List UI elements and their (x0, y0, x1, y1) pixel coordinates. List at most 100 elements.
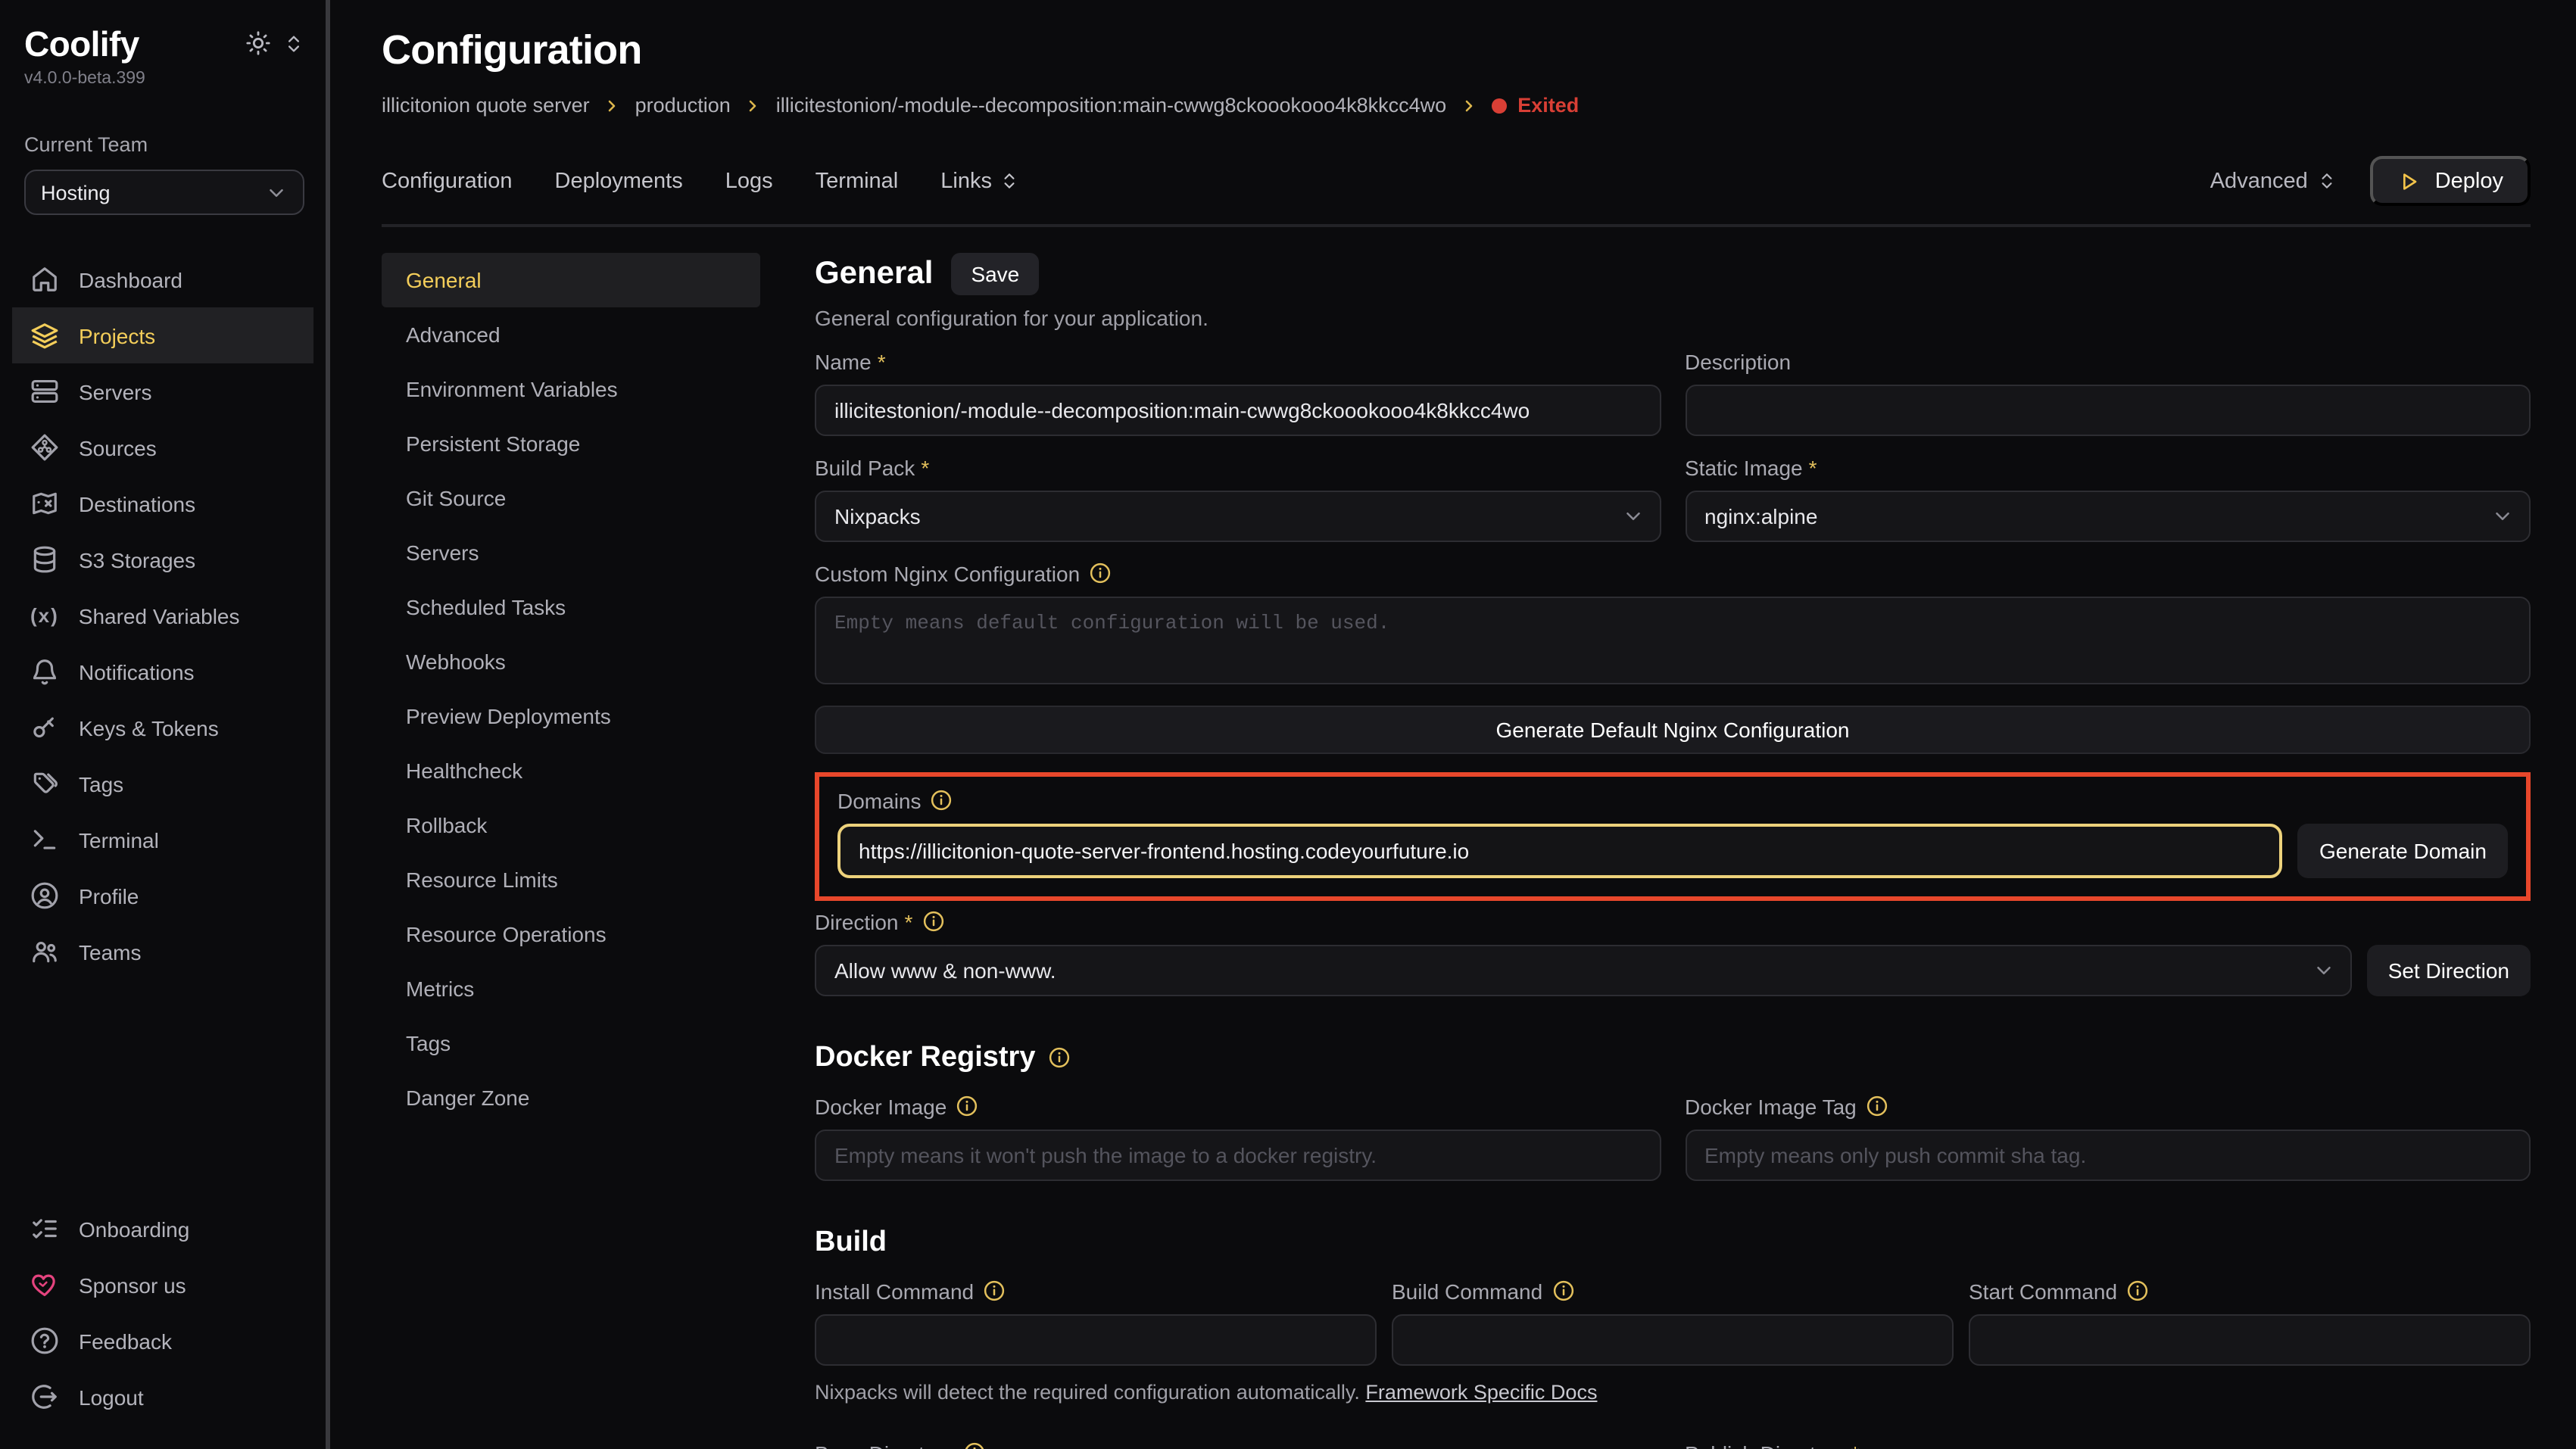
sidebar-item-dashboard[interactable]: Dashboard (12, 251, 313, 307)
sidebar-item-logout[interactable]: Logout (12, 1369, 313, 1425)
subnav-environment-variables[interactable]: Environment Variables (382, 362, 760, 416)
start-command-input[interactable] (1969, 1314, 2531, 1366)
info-icon[interactable] (2126, 1280, 2149, 1303)
subnav-advanced[interactable]: Advanced (382, 307, 760, 362)
sidebar-item-label: Sources (79, 435, 157, 460)
breadcrumb-application[interactable]: illicitestonion/-module--decomposition:m… (776, 94, 1446, 117)
bell-icon (30, 657, 59, 686)
page-title: Configuration (382, 27, 2531, 74)
nginx-config-textarea[interactable] (815, 597, 2531, 684)
subnav-webhooks[interactable]: Webhooks (382, 634, 760, 689)
sidebar-collapse-icon[interactable] (283, 33, 304, 61)
sidebar-item-label: Terminal (79, 827, 159, 852)
build-command-input[interactable] (1392, 1314, 1954, 1366)
section-title: General (815, 256, 933, 292)
docker-image-label: Docker Image (815, 1095, 1661, 1119)
info-icon[interactable] (1047, 1047, 1070, 1070)
info-icon[interactable] (963, 1442, 986, 1449)
team-select[interactable]: Hosting (24, 170, 304, 215)
start-command-label: Start Command (1969, 1279, 2531, 1304)
tab-links[interactable]: Links (940, 169, 1019, 193)
set-direction-button[interactable]: Set Direction (2367, 945, 2531, 996)
subnav-rollback[interactable]: Rollback (382, 798, 760, 852)
subnav-resource-operations[interactable]: Resource Operations (382, 907, 760, 961)
advanced-dropdown[interactable]: Advanced (2210, 169, 2337, 193)
status-badge: Exited (1492, 94, 1579, 117)
theme-toggle-sun-icon[interactable] (245, 30, 271, 64)
variables-icon: (x) (30, 604, 59, 627)
subnav-resource-limits[interactable]: Resource Limits (382, 852, 760, 907)
description-input[interactable] (1685, 385, 2531, 436)
generate-nginx-button[interactable]: Generate Default Nginx Configuration (815, 706, 2531, 754)
sidebar-item-destinations[interactable]: Destinations (12, 475, 313, 531)
subnav-servers[interactable]: Servers (382, 525, 760, 580)
subnav-general[interactable]: General (382, 253, 760, 307)
info-icon[interactable] (931, 790, 953, 812)
generate-domain-button[interactable]: Generate Domain (2298, 824, 2508, 878)
tab-configuration[interactable]: Configuration (382, 169, 513, 193)
docker-image-input[interactable] (815, 1130, 1661, 1181)
name-input[interactable] (815, 385, 1661, 436)
sidebar-item-projects[interactable]: Projects (12, 307, 313, 363)
sidebar-item-keys-tokens[interactable]: Keys & Tokens (12, 700, 313, 756)
tab-links-label: Links (940, 169, 992, 193)
subnav-healthcheck[interactable]: Healthcheck (382, 743, 760, 798)
subnav-scheduled-tasks[interactable]: Scheduled Tasks (382, 580, 760, 634)
sidebar-item-label: Dashboard (79, 267, 182, 291)
info-icon[interactable] (983, 1280, 1006, 1303)
tab-terminal[interactable]: Terminal (816, 169, 899, 193)
info-icon[interactable] (1866, 1095, 1888, 1118)
sidebar-item-teams[interactable]: Teams (12, 924, 313, 980)
sidebar-item-s3-storages[interactable]: S3 Storages (12, 531, 313, 587)
info-icon[interactable] (922, 911, 944, 933)
tab-deployments[interactable]: Deployments (555, 169, 683, 193)
sidebar-item-onboarding[interactable]: Onboarding (12, 1201, 313, 1257)
subnav-metrics[interactable]: Metrics (382, 961, 760, 1016)
sidebar-item-terminal[interactable]: Terminal (12, 812, 313, 868)
sidebar-item-shared-variables[interactable]: (x) Shared Variables (12, 587, 313, 643)
static-image-select[interactable]: nginx:alpine (1685, 491, 2531, 542)
sidebar-item-label: Tags (79, 771, 123, 796)
description-label: Description (1685, 350, 2531, 374)
sidebar-footer-nav: Onboarding Sponsor us Feedback Logout (12, 1201, 313, 1425)
sidebar-item-label: Sponsor us (79, 1273, 186, 1297)
sidebar-item-feedback[interactable]: Feedback (12, 1313, 313, 1369)
subnav-danger-zone[interactable]: Danger Zone (382, 1070, 760, 1125)
sidebar-item-tags[interactable]: Tags (12, 756, 313, 812)
save-button[interactable]: Save (951, 253, 1039, 295)
docker-image-tag-input[interactable] (1685, 1130, 2531, 1181)
domains-highlight-box: Domains Generate Domain (815, 772, 2531, 901)
chevron-right-icon (1460, 96, 1478, 114)
direction-select[interactable]: Allow www & non-www. (815, 945, 2352, 996)
sidebar-item-profile[interactable]: Profile (12, 868, 313, 924)
info-icon[interactable] (1552, 1280, 1574, 1303)
sidebar-item-notifications[interactable]: Notifications (12, 643, 313, 700)
tabs-row: Configuration Deployments Logs Terminal … (382, 156, 2531, 206)
key-icon (30, 713, 59, 742)
subnav-git-source[interactable]: Git Source (382, 471, 760, 525)
install-command-input[interactable] (815, 1314, 1377, 1366)
framework-docs-link[interactable]: Framework Specific Docs (1365, 1381, 1597, 1404)
info-icon[interactable] (1089, 562, 1112, 585)
subnav-preview-deployments[interactable]: Preview Deployments (382, 689, 760, 743)
domains-input[interactable] (837, 824, 2283, 878)
map-icon (30, 489, 59, 518)
tabs-divider (382, 224, 2531, 227)
install-command-label: Install Command (815, 1279, 1377, 1304)
breadcrumb-environment[interactable]: production (635, 94, 731, 117)
sidebar-item-sources[interactable]: Sources (12, 419, 313, 475)
breadcrumb-project[interactable]: illicitonion quote server (382, 94, 590, 117)
sidebar-item-sponsor-us[interactable]: Sponsor us (12, 1257, 313, 1313)
domains-label: Domains (837, 789, 2508, 813)
brand-logo: Coolify (24, 24, 139, 65)
tab-logs[interactable]: Logs (725, 169, 773, 193)
chevron-right-icon (744, 96, 763, 114)
general-form: General Save General configuration for y… (815, 253, 2531, 1449)
sidebar-item-servers[interactable]: Servers (12, 363, 313, 419)
deploy-button[interactable]: Deploy (2370, 156, 2531, 206)
subnav-persistent-storage[interactable]: Persistent Storage (382, 416, 760, 471)
nginx-config-label: Custom Nginx Configuration (815, 562, 2531, 586)
build-pack-select[interactable]: Nixpacks (815, 491, 1661, 542)
subnav-tags[interactable]: Tags (382, 1016, 760, 1070)
info-icon[interactable] (956, 1095, 978, 1118)
